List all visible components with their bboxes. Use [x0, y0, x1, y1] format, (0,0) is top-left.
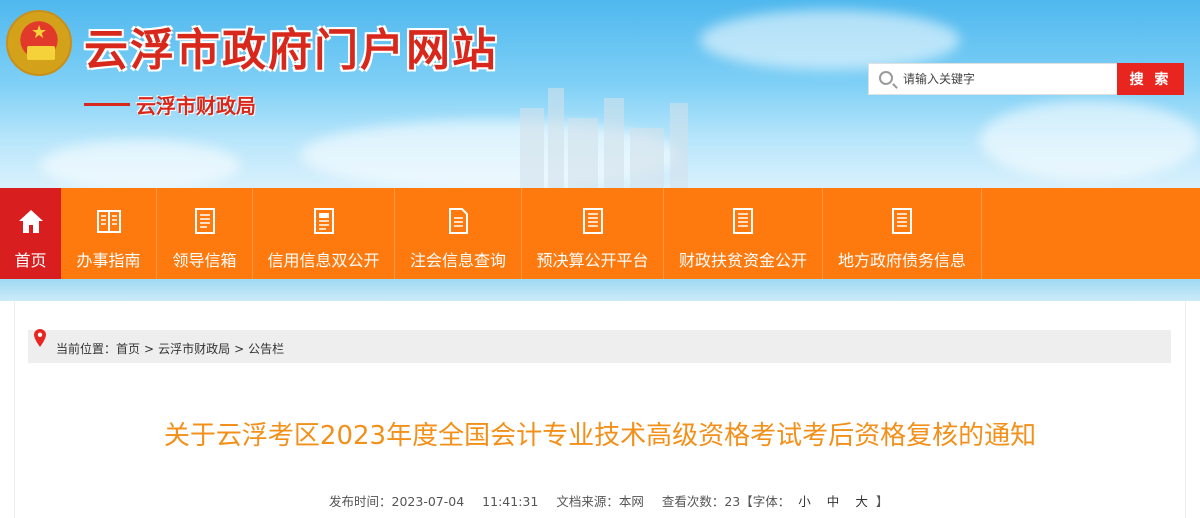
- source-value: 本网: [618, 494, 644, 509]
- book-icon: [96, 210, 121, 233]
- site-title[interactable]: 云浮市政府门户网站: [84, 14, 498, 78]
- publish-time: 11:41:31: [482, 494, 539, 509]
- breadcrumb-prefix: 当前位置：: [56, 342, 117, 356]
- font-small-option[interactable]: 小: [798, 494, 811, 509]
- document-icon: [449, 208, 468, 234]
- views-label: 查看次数：: [661, 494, 725, 509]
- font-label: 【字体：: [740, 494, 791, 509]
- nav-item-credit-info[interactable]: 信用信息双公开: [253, 188, 395, 279]
- search-input[interactable]: [903, 68, 1113, 90]
- dept-name: 云浮市财政局: [136, 94, 256, 118]
- document-icon: [733, 208, 753, 234]
- nav-item-poverty-funds[interactable]: 财政扶贫资金公开: [664, 188, 823, 279]
- nav-label: 注会信息查询: [409, 251, 506, 270]
- nav-subbar: [0, 279, 1200, 301]
- home-icon: [18, 210, 43, 233]
- dept-divider: [84, 103, 130, 106]
- search-box: [868, 63, 1118, 95]
- nav-item-guide[interactable]: 办事指南: [61, 188, 157, 279]
- publish-label: 发布时间：: [329, 494, 392, 509]
- font-medium-option[interactable]: 中: [827, 494, 840, 509]
- national-emblem-icon: ★: [6, 10, 72, 76]
- nav-label: 财政扶贫资金公开: [678, 251, 807, 270]
- header-banner: ★ 云浮市政府门户网站 云浮市财政局: [0, 0, 1200, 188]
- document-icon: [892, 208, 912, 234]
- breadcrumb-separator: >: [234, 342, 245, 356]
- publish-date: 2023-07-04: [391, 494, 465, 509]
- nav-item-cpa-query[interactable]: 注会信息查询: [395, 188, 522, 279]
- document-icon: [582, 208, 603, 234]
- font-large-option[interactable]: 大: [855, 494, 868, 509]
- nav-label: 预决算公开平台: [536, 251, 649, 270]
- article-meta: 发布时间：2023-07-04 11:41:31 文档来源：本网 查看次数：23【字体…: [329, 491, 888, 510]
- nav-label: 地方政府债务信息: [837, 251, 966, 270]
- main-nav: 首页 办事指南 领导信箱 信用信息双公开 注会信息查询 预决算公开平台 财政扶贫…: [0, 188, 1200, 279]
- views-count: 23: [724, 494, 741, 509]
- breadcrumb-dept-link[interactable]: 云浮市财政局: [158, 342, 230, 356]
- location-pin-icon: [34, 329, 46, 347]
- nav-label: 首页: [14, 251, 47, 270]
- nav-label: 信用信息双公开: [267, 251, 380, 270]
- breadcrumb-home-link[interactable]: 首页: [116, 342, 140, 356]
- font-close: 】: [875, 494, 889, 509]
- document-icon: [194, 208, 215, 234]
- breadcrumb-separator: >: [144, 342, 155, 356]
- nav-item-home[interactable]: 首页: [0, 188, 61, 279]
- nav-item-debt-info[interactable]: 地方政府债务信息: [823, 188, 982, 279]
- breadcrumb: 当前位置：首页 > 云浮市财政局 > 公告栏: [28, 329, 1171, 363]
- search-button[interactable]: 搜 索: [1117, 63, 1184, 95]
- breadcrumb-bulletin-link[interactable]: 公告栏: [248, 342, 284, 356]
- source-label: 文档来源：: [556, 494, 619, 509]
- nav-item-budget[interactable]: 预决算公开平台: [522, 188, 664, 279]
- search-icon: [879, 71, 893, 85]
- nav-label: 领导信箱: [172, 251, 237, 270]
- nav-item-mailbox[interactable]: 领导信箱: [157, 188, 253, 279]
- document-icon: [313, 208, 334, 234]
- nav-label: 办事指南: [76, 251, 141, 270]
- article-title: 关于云浮考区2023年度全国会计专业技术高级资格考试考后资格复核的通知: [163, 421, 1037, 451]
